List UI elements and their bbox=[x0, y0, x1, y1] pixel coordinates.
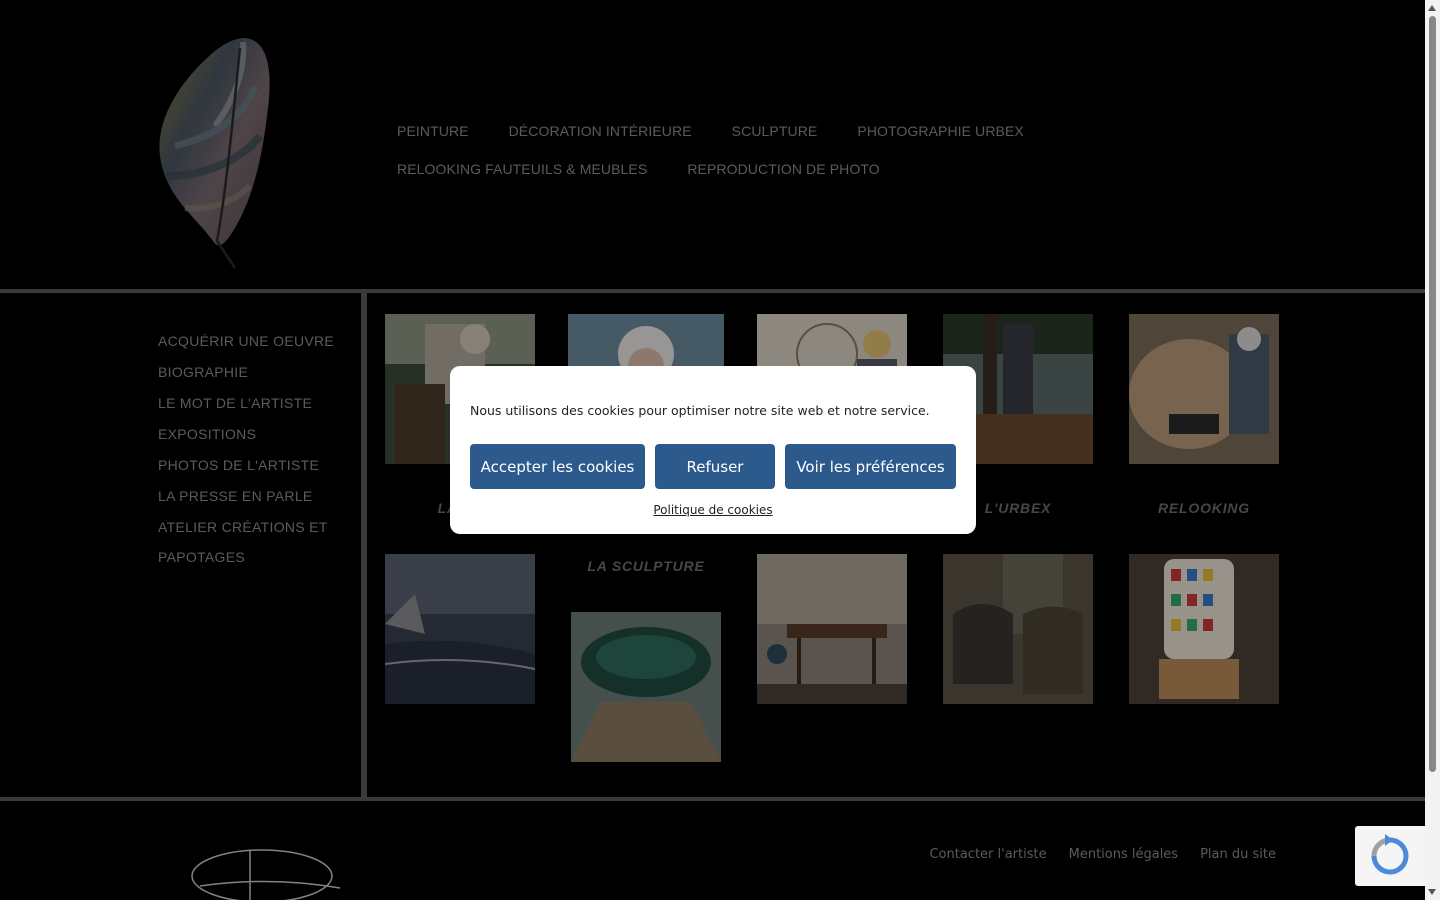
accept-cookies-button[interactable]: Accepter les cookies bbox=[470, 444, 645, 489]
cookie-consent-dialog: Nous utilisons des cookies pour optimise… bbox=[450, 366, 976, 534]
refuse-cookies-button[interactable]: Refuser bbox=[655, 444, 775, 489]
cookie-message: Nous utilisons des cookies pour optimise… bbox=[470, 403, 930, 418]
scroll-up-icon[interactable] bbox=[1428, 5, 1436, 11]
recaptcha-icon bbox=[1371, 834, 1409, 875]
scroll-down-icon[interactable] bbox=[1428, 889, 1436, 895]
vertical-scrollbar[interactable] bbox=[1425, 0, 1440, 900]
recaptcha-badge[interactable] bbox=[1355, 826, 1425, 886]
scrollbar-thumb[interactable] bbox=[1429, 16, 1436, 772]
cookie-policy-link[interactable]: Politique de cookies bbox=[450, 503, 976, 517]
cookie-preferences-button[interactable]: Voir les préférences bbox=[785, 444, 956, 489]
